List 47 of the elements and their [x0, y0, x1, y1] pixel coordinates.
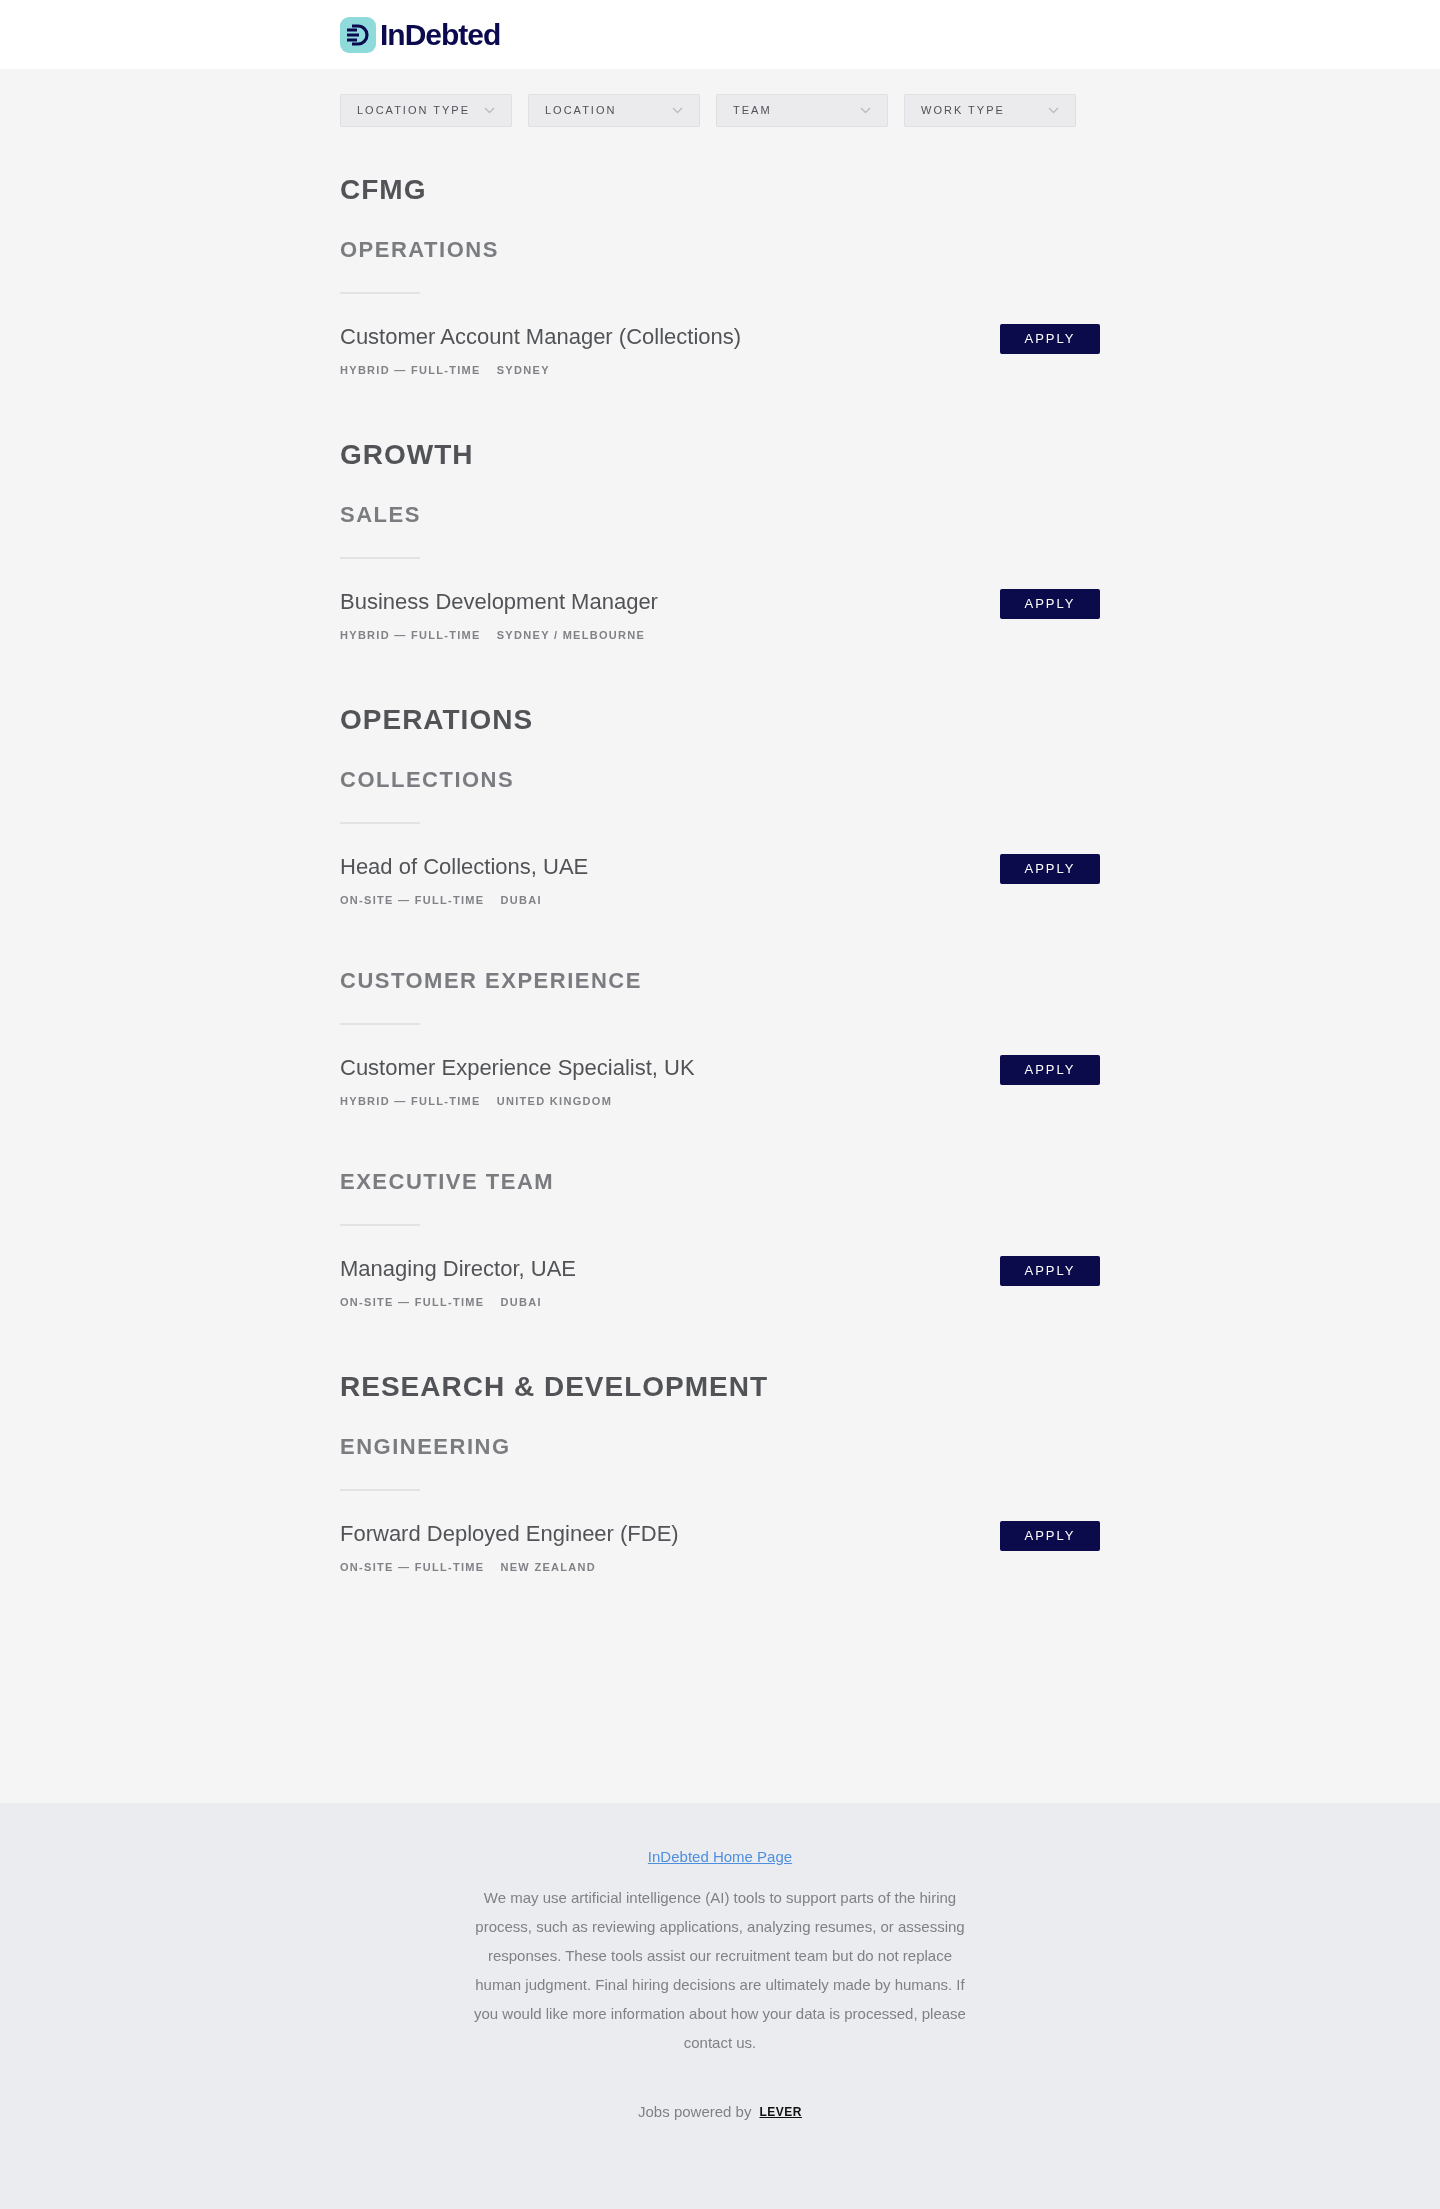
department-heading: RESEARCH & DEVELOPMENT: [340, 1370, 770, 1404]
job-commitment: HYBRID — FULL-TIME: [340, 1094, 481, 1109]
apply-button[interactable]: APPLY: [1000, 1055, 1100, 1085]
job-location: SYDNEY / MELBOURNE: [496, 628, 646, 643]
job-commitment: ON-SITE — FULL-TIME: [340, 1560, 485, 1575]
team-heading: CUSTOMER EXPERIENCE: [340, 967, 643, 995]
disclaimer-text: We may use artificial intelligence (AI) tools to support parts of the hiring process, such as reviewing applications, analyzing resumes, or assessing responses. These tools assist our recruitment team but do not replace human judgment. Final hiring decisions are ultimately made by humans. If you would like more information about how your data is processed, please contact us.: [473, 1888, 967, 2053]
apply-button[interactable]: APPLY: [1000, 324, 1100, 354]
department-heading: OPERATIONS: [340, 703, 535, 737]
job-commitment: ON-SITE — FULL-TIME: [340, 1295, 485, 1310]
job-location: NEW ZEALAND: [500, 1560, 597, 1575]
job-commitment: HYBRID — FULL-TIME: [340, 628, 481, 643]
logo-icon: [340, 16, 376, 53]
team-heading: ENGINEERING: [340, 1433, 512, 1461]
logo-text[interactable]: InDebted: [380, 19, 501, 50]
team-heading: EXECUTIVE TEAM: [340, 1168, 556, 1196]
job-location: UNITED KINGDOM: [496, 1094, 613, 1109]
department-heading: CFMG: [340, 173, 428, 207]
filter-dropdown[interactable]: WORK TYPE: [904, 94, 1076, 127]
job-title[interactable]: Customer Account Manager (Collections): [340, 322, 742, 352]
job-title[interactable]: Managing Director, UAE: [340, 1254, 576, 1284]
powered-by-text: Jobs powered by: [638, 2102, 752, 2122]
team-heading: OPERATIONS: [340, 236, 500, 264]
chevron-down-icon: [484, 107, 495, 114]
filter-dropdown[interactable]: LOCATION TYPE: [340, 94, 512, 127]
apply-button[interactable]: APPLY: [1000, 1256, 1100, 1286]
job-location: SYDNEY: [496, 363, 550, 378]
team-heading: SALES: [340, 501, 422, 529]
job-commitment: HYBRID — FULL-TIME: [340, 363, 481, 378]
apply-button[interactable]: APPLY: [1000, 1521, 1100, 1551]
chevron-down-icon: [1048, 107, 1059, 114]
apply-button[interactable]: APPLY: [1000, 854, 1100, 884]
department-heading: GROWTH: [340, 438, 475, 472]
filter-dropdown[interactable]: TEAM: [716, 94, 888, 127]
job-location: DUBAI: [500, 893, 542, 908]
job-title[interactable]: Business Development Manager: [340, 587, 658, 617]
job-title[interactable]: Head of Collections, UAE: [340, 852, 589, 882]
filter-dropdown[interactable]: LOCATION: [528, 94, 700, 127]
team-heading: COLLECTIONS: [340, 766, 516, 794]
job-title[interactable]: Forward Deployed Engineer (FDE): [340, 1519, 679, 1549]
chevron-down-icon: [672, 107, 683, 114]
job-location: DUBAI: [500, 1295, 542, 1310]
job-title[interactable]: Customer Experience Specialist, UK: [340, 1053, 695, 1083]
lever-logo[interactable]: LEVER: [759, 2103, 802, 2122]
job-commitment: ON-SITE — FULL-TIME: [340, 893, 485, 908]
chevron-down-icon: [860, 107, 871, 114]
apply-button[interactable]: APPLY: [1000, 589, 1100, 619]
